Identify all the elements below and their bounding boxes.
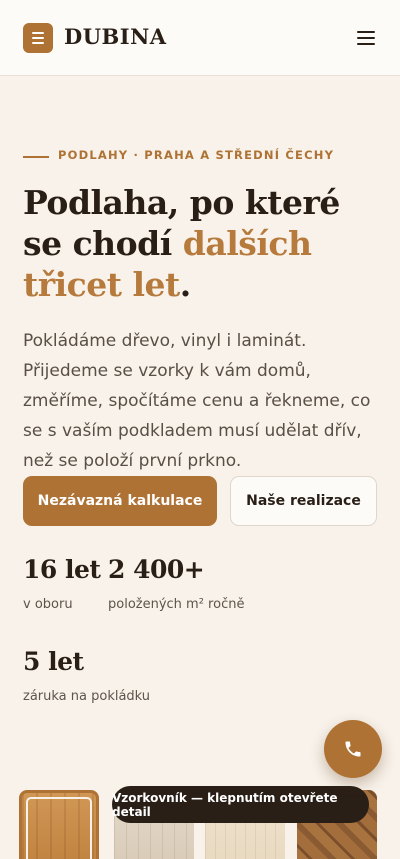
call-button[interactable] [324,720,382,778]
eyebrow-line [23,156,49,158]
stat-label: položených m² ročně [108,597,245,612]
stat-value: 5 let [23,647,84,676]
brand-name[interactable]: DUBINA [64,24,167,49]
realizations-button[interactable]: Naše realizace [230,476,377,526]
stat-label: záruka na pokládku [23,689,151,704]
headline-end: . [179,265,192,304]
hero-lead: Pokládáme dřevo, vinyl i laminát. Přijed… [23,331,371,471]
logo-mark-icon[interactable] [23,23,53,53]
stat-value: 2 400+ [108,555,205,584]
hamburger-icon[interactable] [352,24,380,52]
calculation-button[interactable]: Nezávazná kalkulace [23,476,217,526]
stat-label: v oboru [23,597,73,612]
stat-value: 16 let [23,555,101,584]
site-header: DUBINA [0,0,400,76]
eyebrow-text: PODLAHY · PRAHA A STŘEDNÍ ČECHY [58,148,335,162]
hero-headline: Podlaha, po které se chodí dalších třice… [23,182,373,305]
sample-swatch-oak[interactable] [19,790,99,859]
phone-icon [345,741,361,757]
samples-tooltip: Vzorkovník — klepnutím otevřete detail [112,786,369,823]
